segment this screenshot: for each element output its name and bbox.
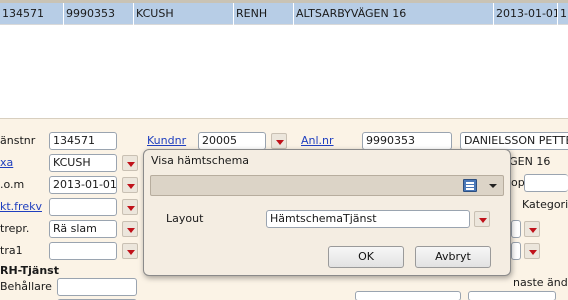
taxa-link[interactable]: xa bbox=[0, 156, 13, 170]
kundnr-link[interactable]: Kundnr bbox=[147, 134, 186, 148]
dialog-toolbar bbox=[150, 175, 504, 196]
bottom-field-2[interactable] bbox=[468, 291, 556, 300]
kategori-label: Kategori bbox=[522, 198, 568, 211]
frekv-field[interactable] bbox=[49, 198, 117, 216]
trepr-field[interactable]: Rä slam bbox=[49, 220, 117, 238]
ok-button[interactable]: OK bbox=[328, 246, 404, 268]
taxa-dropdown-icon[interactable] bbox=[122, 155, 138, 171]
cell-extra[interactable]: 1 bbox=[558, 3, 568, 25]
cell-taxa[interactable]: KCUSH bbox=[134, 3, 234, 25]
behallare-label: Behållare bbox=[0, 280, 52, 293]
right-label-op: op bbox=[511, 176, 525, 189]
cell-anlnr[interactable]: 9990353 bbox=[64, 3, 134, 25]
tra1-label: tra1 bbox=[0, 244, 23, 257]
naste-label: naste ändri bbox=[513, 276, 568, 289]
bottom-field-1[interactable] bbox=[355, 291, 461, 300]
right-field-2[interactable] bbox=[511, 220, 521, 238]
result-grid: 134571 9990353 KCUSH RENH ALTSARBYVÄGEN … bbox=[0, 0, 568, 118]
chevron-down-icon[interactable] bbox=[489, 184, 497, 188]
right-field-1[interactable] bbox=[524, 174, 568, 192]
show-schedule-dialog: Visa hämtschema Layout HämtschemaTjänst … bbox=[143, 149, 511, 276]
table-row[interactable]: 134571 9990353 KCUSH RENH ALTSARBYVÄGEN … bbox=[0, 3, 568, 25]
right-dropdown-icon-2[interactable] bbox=[524, 221, 540, 237]
frekv-dropdown-icon[interactable] bbox=[122, 199, 138, 215]
cell-address[interactable]: ALTSARBYVÄGEN 16 bbox=[294, 3, 494, 25]
anlnr-link[interactable]: Anl.nr bbox=[301, 134, 334, 148]
layout-label: Layout bbox=[166, 212, 204, 225]
right-dropdown-icon-3[interactable] bbox=[524, 243, 540, 259]
right-field-3[interactable] bbox=[511, 242, 521, 260]
taxa-field[interactable]: KCUSH bbox=[49, 154, 117, 172]
tom-dropdown-icon[interactable] bbox=[122, 177, 138, 193]
frekv-link[interactable]: kt.frekv bbox=[0, 200, 42, 214]
cell-type[interactable]: RENH bbox=[234, 3, 294, 25]
behallare-field[interactable] bbox=[57, 278, 137, 296]
trepr-dropdown-icon[interactable] bbox=[122, 221, 138, 237]
anstnr-label: änstnr bbox=[0, 134, 36, 147]
tom-label: .o.m bbox=[0, 178, 25, 191]
owner-field[interactable]: DANIELSSON PETTERSSON bbox=[460, 132, 568, 150]
dialog-title: Visa hämtschema bbox=[151, 154, 250, 167]
tra1-dropdown-icon[interactable] bbox=[122, 243, 138, 259]
cell-anstnr[interactable]: 134571 bbox=[0, 3, 64, 25]
layout-field[interactable]: HämtschemaTjänst bbox=[266, 210, 470, 228]
anlnr-field[interactable]: 9990353 bbox=[362, 132, 452, 150]
kundnr-field[interactable]: 20005 bbox=[198, 132, 266, 150]
cell-date[interactable]: 2013-01-01 bbox=[494, 3, 558, 25]
anstnr-field[interactable]: 134571 bbox=[49, 132, 117, 150]
layout-dropdown-icon[interactable] bbox=[474, 211, 490, 227]
kundnr-dropdown-icon[interactable] bbox=[271, 133, 287, 149]
cancel-button[interactable]: Avbryt bbox=[415, 246, 491, 268]
trepr-label: trepr. bbox=[0, 222, 30, 235]
list-options-icon[interactable] bbox=[463, 179, 477, 192]
section-heading: RH-Tjänst bbox=[0, 264, 59, 277]
tom-date-field[interactable]: 2013-01-01 bbox=[49, 176, 117, 194]
tra1-field[interactable] bbox=[49, 242, 117, 260]
